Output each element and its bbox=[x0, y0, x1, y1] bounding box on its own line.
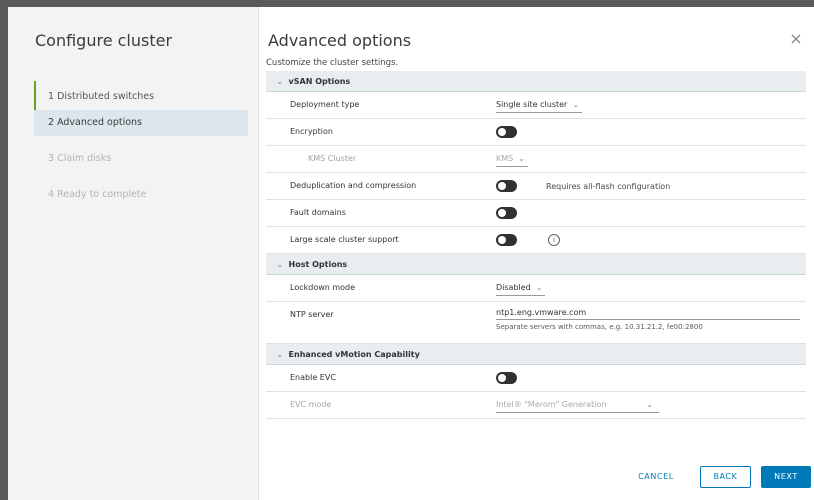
section-vsan-options[interactable]: ⌄ vSAN Options bbox=[266, 71, 806, 92]
row-ntp-server: NTP server Separate servers with commas,… bbox=[266, 302, 806, 344]
dedup-label: Deduplication and compression bbox=[290, 181, 417, 190]
fault-domains-toggle[interactable] bbox=[496, 207, 517, 219]
page-title: Advanced options bbox=[268, 31, 412, 50]
encryption-toggle[interactable] bbox=[496, 126, 517, 138]
fault-domains-label: Fault domains bbox=[290, 208, 346, 217]
chevron-down-icon: ⌄ bbox=[276, 77, 284, 87]
ntp-server-input[interactable] bbox=[496, 306, 800, 320]
configure-cluster-dialog: Configure cluster 1 Distributed switches… bbox=[8, 7, 814, 500]
row-dedup-compression: Deduplication and compression Requires a… bbox=[266, 173, 806, 200]
page-subtitle: Customize the cluster settings. bbox=[266, 58, 399, 68]
row-deployment-type: Deployment type Single site cluster ⌄ bbox=[266, 92, 806, 119]
row-encryption: Encryption bbox=[266, 119, 806, 146]
ntp-hint: Separate servers with commas, e.g. 10.31… bbox=[496, 323, 703, 331]
step-advanced-options[interactable]: 2 Advanced options bbox=[34, 110, 248, 136]
ntp-server-label: NTP server bbox=[290, 310, 334, 319]
chevron-down-icon: ⌄ bbox=[518, 153, 525, 163]
section-title: Host Options bbox=[288, 260, 348, 269]
kms-cluster-select: KMS ⌄ bbox=[496, 152, 528, 167]
row-enable-evc: Enable EVC bbox=[266, 365, 806, 392]
kms-cluster-label: KMS Cluster bbox=[308, 154, 357, 163]
back-button[interactable]: BACK bbox=[700, 466, 751, 488]
row-lockdown-mode: Lockdown mode Disabled ⌄ bbox=[266, 275, 806, 302]
section-title: vSAN Options bbox=[288, 77, 351, 86]
lockdown-mode-label: Lockdown mode bbox=[290, 283, 356, 292]
row-fault-domains: Fault domains bbox=[266, 200, 806, 227]
next-button[interactable]: NEXT bbox=[761, 466, 811, 488]
row-kms-cluster: KMS Cluster KMS ⌄ bbox=[266, 146, 806, 173]
dedup-toggle[interactable] bbox=[496, 180, 517, 192]
step-distributed-switches[interactable]: 1 Distributed switches bbox=[34, 81, 248, 113]
step-ready-to-complete: 4 Ready to complete bbox=[48, 189, 147, 200]
lockdown-mode-value: Disabled bbox=[496, 282, 531, 292]
evc-mode-value: Intel® "Merom" Generation bbox=[496, 399, 607, 409]
wizard-sidebar: Configure cluster 1 Distributed switches… bbox=[8, 7, 259, 500]
section-evc[interactable]: ⌄ Enhanced vMotion Capability bbox=[266, 344, 806, 365]
chevron-down-icon: ⌄ bbox=[572, 99, 580, 109]
info-icon[interactable]: i bbox=[548, 234, 560, 246]
options-table: ⌄ vSAN Options Deployment type Single sit… bbox=[266, 71, 806, 419]
ntp-field-wrap: Separate servers with commas, e.g. 10.31… bbox=[496, 306, 800, 331]
kms-cluster-value: KMS bbox=[496, 153, 514, 163]
chevron-down-icon: ⌄ bbox=[276, 260, 284, 270]
dedup-note: Requires all-flash configuration bbox=[546, 181, 671, 191]
deployment-type-select[interactable]: Single site cluster ⌄ bbox=[496, 98, 583, 113]
section-host-options[interactable]: ⌄ Host Options bbox=[266, 254, 806, 275]
chevron-down-icon: ⌄ bbox=[276, 350, 284, 360]
deployment-type-value: Single site cluster bbox=[496, 99, 568, 109]
step-claim-disks: 3 Claim disks bbox=[48, 153, 112, 164]
enable-evc-toggle[interactable] bbox=[496, 372, 517, 384]
row-large-scale: Large scale cluster support i bbox=[266, 227, 806, 254]
section-title: Enhanced vMotion Capability bbox=[288, 350, 420, 359]
close-icon[interactable]: × bbox=[788, 31, 804, 47]
wizard-title: Configure cluster bbox=[35, 31, 173, 50]
enable-evc-label: Enable EVC bbox=[290, 373, 336, 382]
row-evc-mode: EVC mode Intel® "Merom" Generation ⌄ bbox=[266, 392, 806, 419]
advanced-options-panel: Advanced options × Customize the cluster… bbox=[259, 7, 814, 500]
large-scale-toggle[interactable] bbox=[496, 234, 517, 246]
lockdown-mode-select[interactable]: Disabled ⌄ bbox=[496, 281, 546, 296]
chevron-down-icon: ⌄ bbox=[646, 399, 653, 409]
deployment-type-label: Deployment type bbox=[290, 100, 360, 109]
evc-mode-select: Intel® "Merom" Generation ⌄ bbox=[496, 398, 659, 413]
large-scale-label: Large scale cluster support bbox=[290, 235, 399, 244]
cancel-button[interactable]: CANCEL bbox=[628, 466, 684, 488]
evc-mode-label: EVC mode bbox=[290, 400, 332, 409]
encryption-label: Encryption bbox=[290, 127, 333, 136]
chevron-down-icon: ⌄ bbox=[535, 282, 543, 292]
